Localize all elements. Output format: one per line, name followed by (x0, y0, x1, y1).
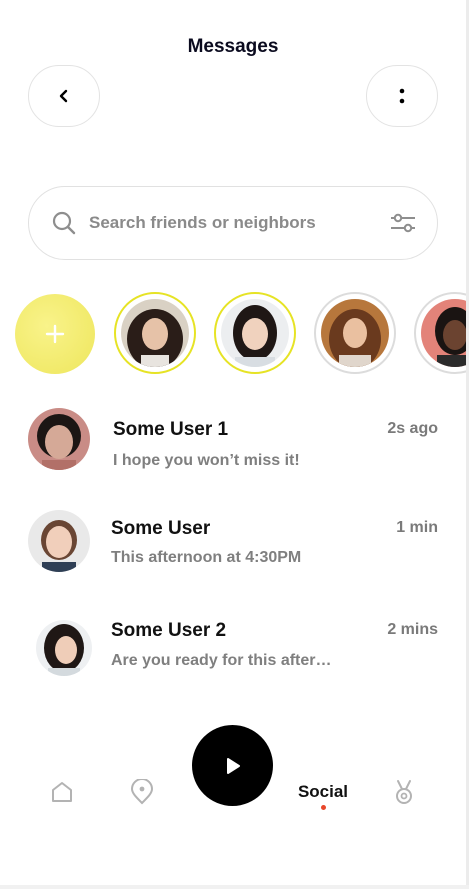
filter-icon[interactable] (389, 211, 417, 235)
chevron-left-icon (59, 89, 68, 103)
avatar (221, 299, 289, 367)
story-avatar-3[interactable] (314, 292, 396, 374)
message-time: 2 mins (387, 621, 438, 638)
bottom-edge-divider (0, 885, 469, 889)
conversation-row-1[interactable]: Some User 1 2s ago I hope you won’t miss… (0, 400, 466, 480)
story-avatar-4[interactable] (414, 292, 466, 374)
avatar (421, 299, 466, 367)
nav-social[interactable]: Social (290, 782, 356, 802)
award-icon (396, 780, 412, 804)
play-button[interactable] (192, 725, 273, 806)
conversation-row-3[interactable]: Some User 2 2 mins Are you ready for thi… (0, 606, 466, 686)
message-preview: This afternoon at 4:30PM (111, 549, 302, 566)
more-vertical-icon (399, 88, 405, 104)
search-input[interactable]: Search friends or neighbors (89, 213, 389, 233)
avatar (321, 299, 389, 367)
conversation-row-2[interactable]: Some User 1 min This afternoon at 4:30PM (0, 502, 466, 582)
avatar (121, 299, 189, 367)
location-icon (130, 779, 154, 805)
search-icon (52, 211, 76, 235)
nav-map[interactable] (128, 778, 156, 806)
avatar (28, 510, 90, 572)
message-time: 1 min (396, 519, 438, 536)
stories-row (0, 292, 466, 376)
avatar (36, 620, 92, 676)
search-bar[interactable]: Search friends or neighbors (28, 186, 438, 260)
contact-name: Some User (111, 518, 211, 539)
active-indicator-dot (321, 805, 326, 810)
play-icon (226, 757, 240, 774)
message-preview: Are you ready for this after… (111, 652, 332, 669)
nav-rewards[interactable] (390, 778, 418, 806)
avatar (28, 408, 90, 470)
home-icon (52, 782, 72, 802)
add-story-button[interactable] (15, 294, 95, 374)
contact-name: Some User 1 (113, 419, 229, 440)
page-title: Messages (187, 36, 279, 57)
back-button[interactable] (28, 65, 100, 127)
story-avatar-1[interactable] (114, 292, 196, 374)
message-time: 2s ago (387, 420, 438, 437)
contact-name: Some User 2 (111, 620, 227, 641)
story-avatar-2[interactable] (214, 292, 296, 374)
message-preview: I hope you won’t miss it! (113, 452, 300, 469)
nav-home[interactable] (48, 778, 76, 806)
more-options-button[interactable] (366, 65, 438, 127)
plus-icon (45, 324, 65, 344)
